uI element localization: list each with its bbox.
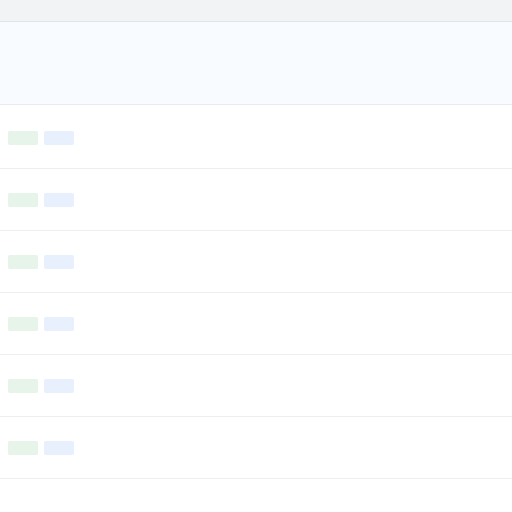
entry-tag[interactable]: [44, 255, 74, 269]
entry-body-line: [8, 409, 504, 416]
entry-tag[interactable]: [44, 317, 74, 331]
list-item: [0, 293, 512, 355]
entry-tag[interactable]: [8, 441, 38, 455]
entry-tags: [8, 441, 504, 455]
entry-tag[interactable]: [8, 255, 38, 269]
entry-body-line: [8, 209, 504, 223]
entry-body-line: [8, 457, 504, 471]
entry-body-line: [8, 285, 504, 292]
page-title: [8, 32, 504, 58]
entry-tag[interactable]: [44, 441, 74, 455]
list-item: [0, 169, 512, 231]
entry-body-line: [8, 395, 504, 409]
entry-title-link[interactable]: [8, 299, 504, 316]
page-meta: [8, 80, 504, 98]
entry-tag[interactable]: [8, 193, 38, 207]
entry-body-line: [8, 161, 504, 168]
entry-body-line: [8, 223, 504, 230]
list-item: [0, 355, 512, 417]
entry-list: [0, 105, 512, 481]
entry-title-link[interactable]: [8, 175, 504, 192]
entry-tags: [8, 317, 504, 331]
entry-body-line: [8, 333, 504, 347]
entry-tag[interactable]: [44, 131, 74, 145]
entry-tag[interactable]: [44, 193, 74, 207]
page: [0, 0, 512, 512]
entry-body-line: [8, 471, 504, 478]
entry-body-line: [8, 147, 504, 161]
entry-tag[interactable]: [8, 379, 38, 393]
entry-title-link[interactable]: [8, 361, 504, 378]
top-bar: [0, 0, 512, 22]
page-header: [0, 22, 512, 105]
breadcrumb[interactable]: [8, 5, 128, 17]
entry-title-link[interactable]: [8, 423, 504, 440]
entry-tags: [8, 379, 504, 393]
entry-body-line: [8, 271, 504, 285]
entry-body-line: [8, 347, 504, 354]
entry-tag[interactable]: [8, 131, 38, 145]
page-subtitle: [8, 58, 504, 80]
entry-tags: [8, 255, 504, 269]
list-item: [0, 231, 512, 293]
entry-tag[interactable]: [44, 379, 74, 393]
entry-tags: [8, 131, 504, 145]
entry-tags: [8, 193, 504, 207]
list-item: [0, 417, 512, 479]
list-item: [0, 107, 512, 169]
entry-title-link[interactable]: [8, 237, 504, 254]
entry-tag[interactable]: [8, 317, 38, 331]
entry-title-link[interactable]: [8, 113, 504, 130]
